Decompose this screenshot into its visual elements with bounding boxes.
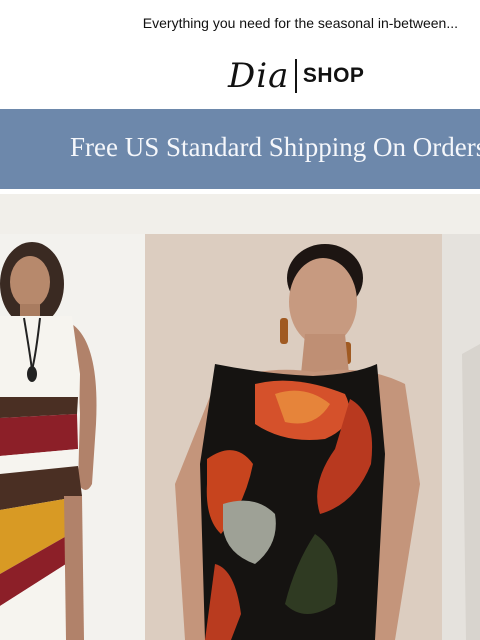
model-floral-black-dress-image[interactable] <box>145 234 442 640</box>
logo-dia-wordmark: Dia <box>228 56 290 96</box>
model-striped-knit-dress-image[interactable] <box>0 234 145 640</box>
logo-shop-wordmark: SHOP <box>302 64 365 87</box>
hero-image[interactable] <box>0 194 480 640</box>
header: Dia SHOP <box>0 52 480 100</box>
preheader-text: Everything you need for the seasonal in-… <box>142 15 458 31</box>
shipping-banner-text: Free US Standard Shipping On Orders $1 <box>70 132 480 162</box>
logo-divider <box>295 59 297 93</box>
partial-model-image[interactable] <box>442 234 480 640</box>
preheader: Everything you need for the seasonal in-… <box>0 0 480 46</box>
shipping-banner[interactable]: Free US Standard Shipping On Orders $1 <box>0 109 480 189</box>
dia-shop-logo[interactable]: Dia SHOP <box>228 52 364 100</box>
